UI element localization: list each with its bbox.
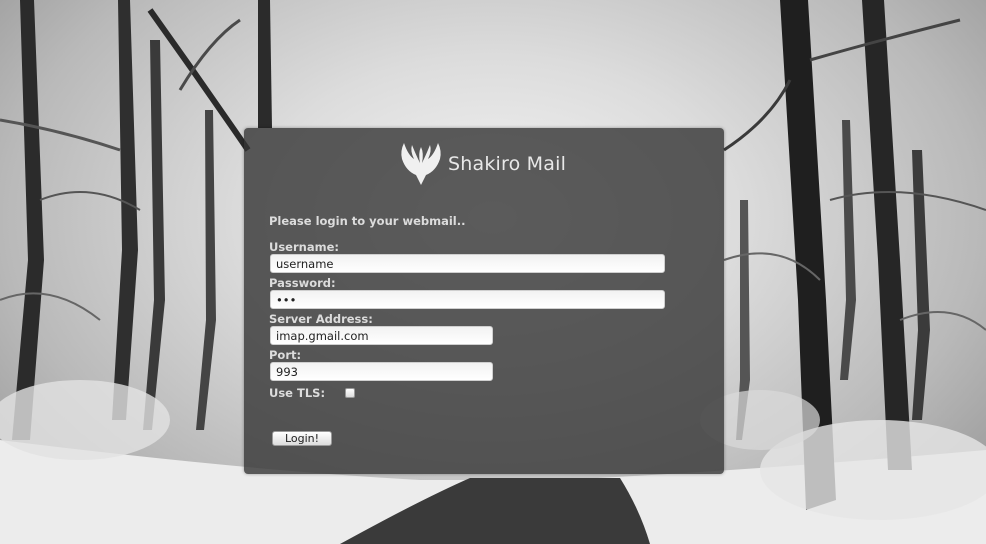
server-address-input[interactable]	[270, 326, 493, 345]
password-input[interactable]	[270, 290, 665, 309]
wings-logo-icon	[398, 141, 444, 187]
brand-name: Shakiro Mail	[448, 153, 567, 175]
login-intro-text: Please login to your webmail..	[269, 214, 466, 228]
server-address-label: Server Address:	[269, 312, 373, 326]
use-tls-checkbox[interactable]	[345, 388, 355, 398]
brand-logo: Shakiro Mail	[398, 141, 566, 187]
login-panel: Shakiro Mail Please login to your webmai…	[244, 128, 724, 474]
port-label: Port:	[269, 348, 302, 362]
password-label: Password:	[269, 276, 336, 290]
use-tls-label: Use TLS:	[269, 386, 326, 400]
login-button[interactable]: Login!	[272, 431, 332, 446]
port-input[interactable]	[270, 362, 493, 381]
username-input[interactable]	[270, 254, 665, 273]
username-label: Username:	[269, 240, 339, 254]
